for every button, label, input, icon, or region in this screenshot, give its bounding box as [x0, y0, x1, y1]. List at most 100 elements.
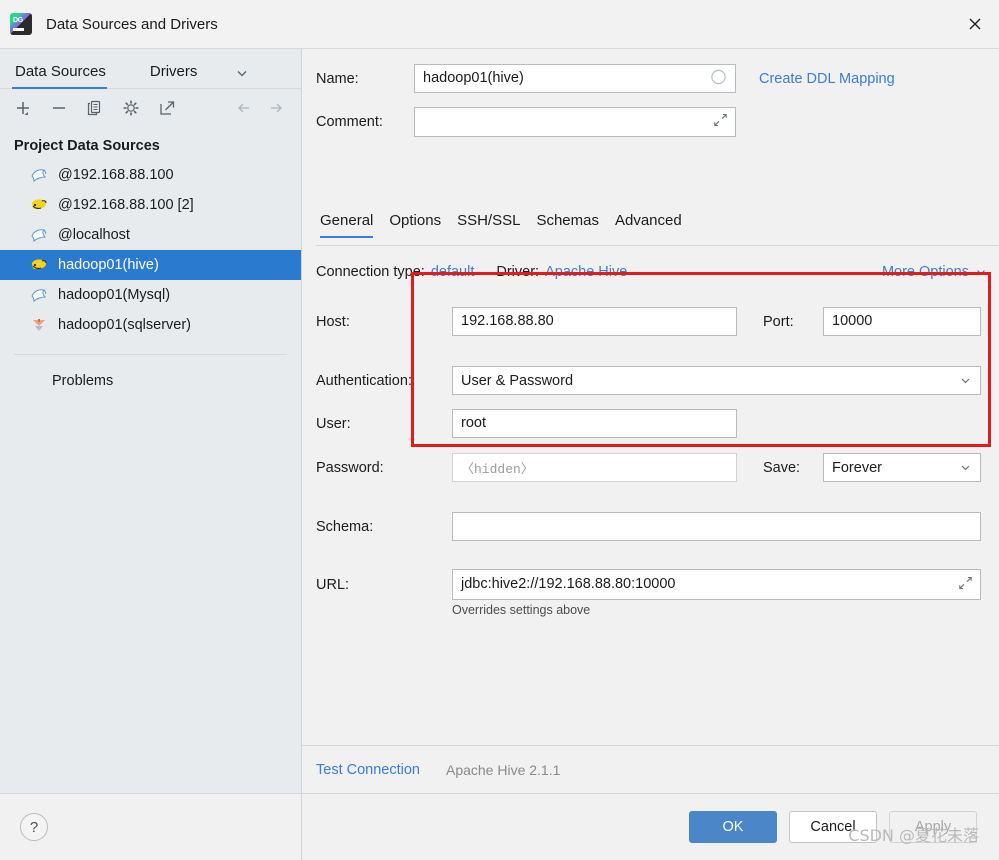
sidebar-footer: ? [0, 793, 301, 860]
tab-general[interactable]: General [316, 212, 381, 238]
save-value: Forever [832, 459, 882, 476]
password-input[interactable]: 〈hidden〉 [452, 453, 737, 482]
driver-label: Driver: [496, 264, 540, 280]
datagrip-logo-icon [10, 13, 32, 35]
sidebar-item-label: @localhost [58, 227, 130, 243]
help-button[interactable]: ? [20, 813, 48, 841]
driver-version-label: Apache Hive 2.1.1 [445, 761, 561, 778]
sidebar: Data Sources Drivers Project Data Source… [0, 49, 302, 860]
sidebar-item-192-168-88-100-2[interactable]: @192.168.88.100 [2] [0, 190, 301, 220]
connection-type-label: Connection type: [316, 264, 425, 280]
gear-icon[interactable] [120, 97, 142, 119]
schema-row: Schema: [316, 512, 981, 541]
sidebar-item-label: @192.168.88.100 [2] [58, 197, 194, 213]
arrow-left-icon[interactable] [233, 97, 255, 119]
test-connection-link[interactable]: Test Connection [316, 762, 420, 778]
user-row: User: root [316, 409, 737, 438]
chevron-down-icon[interactable] [975, 266, 987, 278]
password-row: Password: 〈hidden〉 Save: Forever [316, 453, 981, 482]
sidebar-item-label: hadoop01(hive) [58, 257, 159, 273]
url-input[interactable]: jdbc:hive2://192.168.88.80:10000 [452, 569, 981, 600]
external-link-icon[interactable] [156, 97, 178, 119]
sidebar-item-localhost[interactable]: @localhost [0, 220, 301, 250]
sidebar-item-hadoop01-mysql[interactable]: hadoop01(Mysql) [0, 280, 301, 310]
sidebar-filler [0, 389, 301, 793]
tab-schemas[interactable]: Schemas [528, 212, 607, 237]
sidebar-item-192-168-88-100[interactable]: @192.168.88.100 [0, 160, 301, 190]
more-options-link[interactable]: More Options [882, 264, 969, 280]
minus-icon[interactable] [48, 97, 70, 119]
arrow-right-icon[interactable] [265, 97, 287, 119]
window-title: Data Sources and Drivers [46, 15, 218, 33]
cancel-button[interactable]: Cancel [789, 811, 877, 843]
chevron-down-icon [959, 374, 972, 387]
mysql-dolphin-icon [28, 286, 50, 304]
plus-icon[interactable] [12, 97, 34, 119]
comment-row: Comment: [316, 107, 736, 137]
data-source-list: @192.168.88.100 @192.168.88.100 [2] @loc… [0, 160, 301, 340]
schema-input[interactable] [452, 512, 981, 541]
connection-type-value[interactable]: default [431, 264, 475, 280]
data-sources-and-drivers-dialog: Data Sources and Drivers Data Sources Dr… [0, 0, 999, 860]
tab-data-sources[interactable]: Data Sources [12, 63, 116, 89]
mysql-dolphin-icon [28, 166, 50, 184]
url-hint: Overrides settings above [452, 603, 591, 617]
name-row: Name: hadoop01(hive) Create DDL Mapping [316, 64, 895, 93]
save-label: Save: [763, 459, 801, 476]
url-label: URL: [316, 576, 350, 593]
apply-button: Apply [889, 811, 977, 843]
authentication-label: Authentication: [316, 372, 412, 389]
authentication-select[interactable]: User & Password [452, 366, 981, 395]
sidebar-item-problems[interactable]: Problems [0, 355, 301, 389]
comment-input[interactable] [414, 107, 736, 137]
sidebar-item-label: hadoop01(Mysql) [58, 287, 171, 303]
name-input-value: hadoop01(hive) [423, 70, 524, 87]
name-label: Name: [316, 70, 359, 87]
expand-editor-icon[interactable] [713, 113, 728, 132]
schema-label: Schema: [316, 518, 374, 535]
navigation-group [233, 97, 301, 119]
expand-editor-icon[interactable] [958, 575, 973, 594]
sidebar-item-hadoop01-hive[interactable]: hadoop01(hive) [0, 250, 301, 280]
port-label: Port: [763, 313, 794, 330]
authentication-value: User & Password [461, 372, 574, 389]
project-data-sources-header: Project Data Sources [14, 138, 160, 154]
hive-icon [28, 256, 50, 274]
copy-icon[interactable] [84, 97, 106, 119]
host-row: Host: 192.168.88.80 Port: 10000 [316, 307, 981, 336]
sidebar-item-hadoop01-sqlserver[interactable]: hadoop01(sqlserver) [0, 310, 301, 340]
tab-drivers[interactable]: Drivers [116, 63, 208, 88]
tabs-underline [316, 245, 999, 246]
save-select[interactable]: Forever [823, 453, 981, 482]
password-label: Password: [316, 459, 384, 476]
detail-tabs: General Options SSH/SSL Schemas Advanced [316, 212, 690, 238]
user-input[interactable]: root [452, 409, 737, 438]
connection-type-row: Connection type: default Driver: Apache … [316, 264, 627, 280]
sidebar-item-label: hadoop01(sqlserver) [58, 317, 191, 333]
sidebar-toolbar [0, 89, 301, 128]
port-input[interactable]: 10000 [823, 307, 981, 336]
create-ddl-mapping-link[interactable]: Create DDL Mapping [759, 71, 895, 87]
tab-ssh-ssl[interactable]: SSH/SSL [449, 212, 528, 237]
url-input-value: jdbc:hive2://192.168.88.80:10000 [461, 576, 676, 593]
host-input[interactable]: 192.168.88.80 [452, 307, 737, 336]
name-input[interactable]: hadoop01(hive) [414, 64, 736, 93]
password-placeholder: 〈hidden〉 [461, 462, 534, 477]
chevron-down-icon[interactable] [235, 66, 249, 88]
close-icon[interactable] [951, 0, 999, 47]
hive-icon [28, 196, 50, 214]
more-options-row: More Options [882, 264, 987, 280]
url-row: URL: jdbc:hive2://192.168.88.80:10000 [316, 569, 981, 600]
driver-value[interactable]: Apache Hive [545, 264, 627, 280]
tab-advanced[interactable]: Advanced [607, 212, 690, 237]
mysql-dolphin-icon [28, 226, 50, 244]
detail-panel: Name: hadoop01(hive) Create DDL Mapping … [302, 49, 999, 860]
user-input-value: root [461, 415, 486, 432]
sidebar-item-label: @192.168.88.100 [58, 167, 174, 183]
chevron-down-icon [959, 461, 972, 474]
tab-options[interactable]: Options [381, 212, 449, 237]
test-connection-bar: Test Connection Apache Hive 2.1.1 [302, 745, 999, 793]
ok-button[interactable]: OK [689, 811, 777, 843]
dialog-button-bar: OK Cancel Apply [302, 793, 999, 860]
color-circle-icon[interactable] [711, 69, 726, 88]
